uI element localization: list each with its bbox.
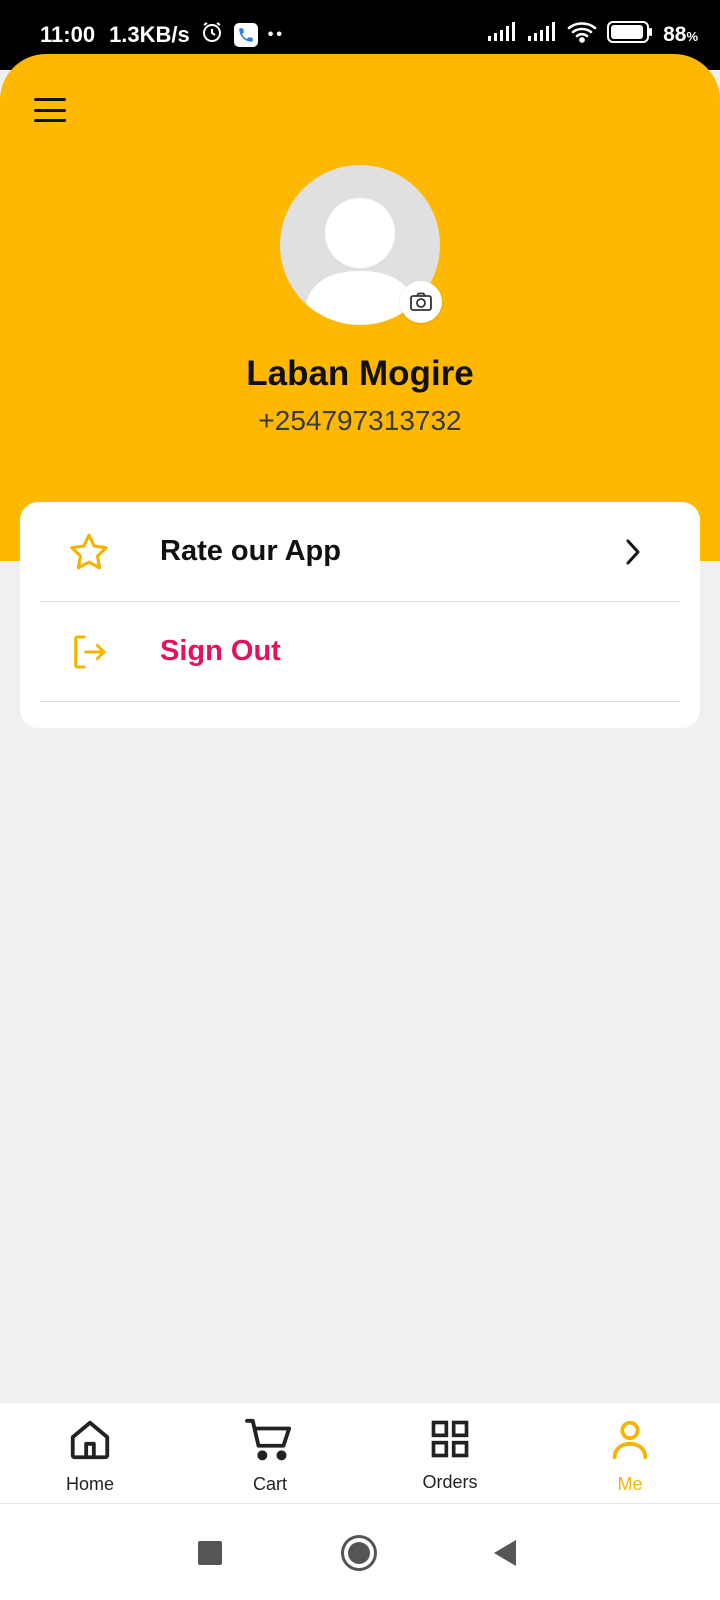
- star-icon: [68, 532, 124, 572]
- sign-out-label: Sign Out: [160, 635, 281, 667]
- battery-value: 88: [663, 23, 687, 46]
- hamburger-menu-icon[interactable]: [28, 92, 72, 128]
- alarm-icon: [200, 20, 224, 50]
- home-circle-icon[interactable]: [341, 1535, 377, 1571]
- nav-orders[interactable]: Orders: [360, 1403, 540, 1503]
- menu-line: [34, 98, 66, 101]
- profile-menu-card: Rate our App Sign Out: [20, 502, 700, 728]
- cart-icon: [245, 1417, 295, 1468]
- nav-home-label: Home: [65, 1474, 114, 1494]
- profile-phone: +254797313732: [258, 405, 462, 436]
- wifi-icon: [567, 21, 597, 49]
- nav-home[interactable]: Home: [0, 1403, 180, 1503]
- battery-percentage: 88%: [663, 23, 698, 47]
- nav-me[interactable]: Me: [540, 1403, 720, 1503]
- nav-me-label: Me: [617, 1474, 643, 1494]
- system-nav-bar: [0, 1504, 720, 1600]
- rate-app-label: Rate our App: [160, 535, 341, 567]
- sign-out-icon: [68, 632, 124, 672]
- back-icon[interactable]: [494, 1540, 516, 1566]
- sign-out-item[interactable]: Sign Out: [40, 602, 680, 702]
- home-icon: [67, 1417, 113, 1468]
- profile-name: Laban Mogire: [246, 354, 474, 393]
- rate-app-item[interactable]: Rate our App: [40, 502, 680, 602]
- network-speed: 1.3KB/s: [109, 22, 190, 47]
- nav-cart[interactable]: Cart: [180, 1403, 360, 1503]
- status-right: 88%: [487, 21, 698, 49]
- battery-icon: [607, 21, 653, 49]
- nav-orders-label: Orders: [422, 1472, 478, 1492]
- bottom-nav: Home Cart Orders Me: [0, 1402, 720, 1504]
- profile-header: Laban Mogire +254797313732: [0, 54, 720, 561]
- status-left: 11:00 1.3KB/s ••: [40, 20, 285, 50]
- nav-cart-label: Cart: [252, 1474, 287, 1494]
- user-icon: [607, 1417, 653, 1468]
- phone-app-icon: [233, 23, 258, 47]
- status-time: 11:00: [40, 22, 96, 47]
- menu-line: [34, 108, 66, 112]
- chevron-right-icon: [624, 538, 642, 571]
- camera-icon[interactable]: [400, 281, 442, 323]
- more-notifications-icon: ••: [267, 26, 285, 43]
- signal-icon: [527, 22, 557, 48]
- signal-icon: [487, 22, 517, 48]
- menu-line: [34, 119, 66, 122]
- battery-unit: %: [686, 29, 698, 44]
- grid-icon: [428, 1417, 472, 1466]
- recents-icon[interactable]: [198, 1541, 222, 1565]
